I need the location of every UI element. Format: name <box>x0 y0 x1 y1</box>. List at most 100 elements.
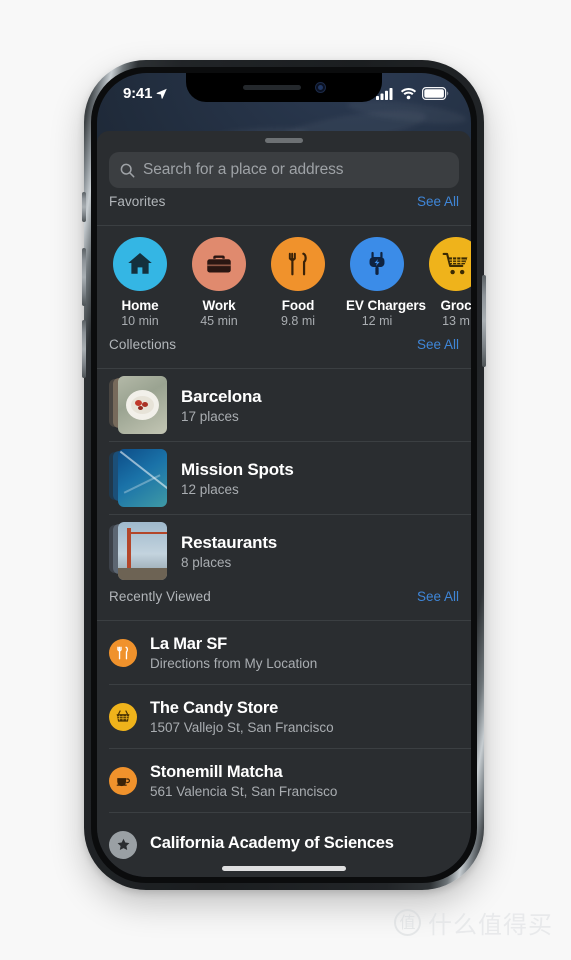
iphone-device-frame: 9:41 Search for a place or address Favor… <box>82 60 486 890</box>
favorite-item-food[interactable]: Food 9.8 mi <box>267 237 329 328</box>
collections-see-all-button[interactable]: See All <box>417 337 459 352</box>
recent-row-stonemill-matcha[interactable]: Stonemill Matcha 561 Valencia St, San Fr… <box>97 749 471 812</box>
basket-icon-circle <box>109 702 137 731</box>
favorites-section-header: Favorites See All <box>97 194 471 225</box>
coffee-cup-icon <box>116 777 130 786</box>
favorite-label: Groc <box>440 298 471 313</box>
search-placeholder-text: Search for a place or address <box>143 161 344 178</box>
star-icon-circle <box>109 830 137 859</box>
golden-gate-bridge-photo <box>118 522 167 580</box>
watermark-text: 什么值得买 <box>428 911 553 939</box>
collection-thumbnail-stack <box>109 376 167 434</box>
location-arrow-icon <box>156 88 168 99</box>
favorite-sublabel: 9.8 mi <box>280 314 316 328</box>
collection-row-barcelona[interactable]: Barcelona 17 places <box>97 369 471 441</box>
home-icon-circle <box>113 237 167 291</box>
favorites-see-all-button[interactable]: See All <box>417 194 459 209</box>
collections-section-header: Collections See All <box>97 337 471 368</box>
recent-row-la-mar-sf[interactable]: La Mar SF Directions from My Location <box>97 621 471 684</box>
search-input[interactable]: Search for a place or address <box>109 152 459 188</box>
ev-plug-icon <box>369 251 385 275</box>
phone-screen: 9:41 Search for a place or address Favor… <box>97 73 471 877</box>
device-notch <box>186 73 382 102</box>
fork-knife-icon-circle <box>109 638 137 667</box>
basket-icon <box>116 709 130 722</box>
favorite-label: Food <box>281 298 315 313</box>
favorites-title: Favorites <box>109 194 166 209</box>
collection-row-restaurants[interactable]: Restaurants 8 places <box>97 515 471 587</box>
shopping-cart-icon-circle <box>429 237 471 291</box>
recent-name: Stonemill Matcha <box>150 762 283 781</box>
wifi-icon <box>400 87 417 99</box>
side-power-button[interactable] <box>482 275 486 367</box>
watermark: 值 什么值得买 <box>394 905 553 940</box>
front-camera-icon <box>314 81 326 93</box>
volume-up-button[interactable] <box>82 248 86 306</box>
volume-down-button[interactable] <box>82 320 86 378</box>
shopping-cart-icon <box>442 252 468 275</box>
briefcase-icon <box>207 255 231 273</box>
home-indicator[interactable] <box>222 866 346 871</box>
status-bar-left: 9:41 <box>123 85 168 102</box>
page-root: 9:41 Search for a place or address Favor… <box>0 0 571 960</box>
recent-name: The Candy Store <box>150 698 279 717</box>
recent-subtitle: Directions from My Location <box>150 655 318 671</box>
collection-text: Mission Spots 12 places <box>181 460 294 497</box>
favorite-label: EV Chargers <box>346 298 426 313</box>
recent-name: La Mar SF <box>150 634 228 653</box>
collection-text: Restaurants 8 places <box>181 533 277 570</box>
collection-name: Restaurants <box>181 532 278 552</box>
collection-count: 8 places <box>181 554 232 570</box>
favorite-sublabel: 45 min <box>200 314 238 328</box>
favorite-sublabel: 12 mi <box>361 314 393 328</box>
recents-see-all-button[interactable]: See All <box>417 589 459 604</box>
collection-count: 12 places <box>181 481 239 497</box>
watermark-badge: 值 <box>394 909 421 936</box>
search-icon <box>120 163 135 177</box>
collections-title: Collections <box>109 337 177 352</box>
fork-knife-icon <box>288 252 307 276</box>
recent-subtitle: 1507 Vallejo St, San Francisco <box>150 719 334 735</box>
favorite-item-work[interactable]: Work 45 min <box>188 237 250 328</box>
sheet-grabber-handle[interactable] <box>265 138 303 143</box>
recent-text: La Mar SF Directions from My Location <box>150 635 317 671</box>
recents-title: Recently Viewed <box>109 589 211 604</box>
favorite-item-groceries[interactable]: Groc 13 m <box>425 237 471 328</box>
favorites-row[interactable]: Home 10 min Work 45 min Food 9.8 mi EV C… <box>97 226 471 337</box>
favorite-sublabel: 13 m <box>442 314 470 328</box>
mute-switch-button[interactable] <box>82 192 86 222</box>
earpiece-speaker <box>242 84 301 90</box>
favorite-sublabel: 10 min <box>121 314 159 328</box>
recent-text: Stonemill Matcha 561 Valencia St, San Fr… <box>150 763 337 799</box>
status-bar-right <box>376 86 449 100</box>
battery-icon <box>422 86 449 100</box>
favorite-item-home[interactable]: Home 10 min <box>109 237 171 328</box>
collection-name: Barcelona <box>181 386 262 406</box>
favorite-label: Home <box>121 298 159 313</box>
blue-abstract-photo <box>118 449 167 507</box>
home-icon <box>128 253 152 274</box>
status-time: 9:41 <box>123 84 153 102</box>
recent-name: California Academy of Sciences <box>150 834 394 852</box>
collection-thumbnail-stack <box>109 522 167 580</box>
fork-knife-icon-circle <box>271 237 325 291</box>
collection-thumbnail-stack <box>109 449 167 507</box>
recent-row-the-candy-store[interactable]: The Candy Store 1507 Vallejo St, San Fra… <box>97 685 471 748</box>
collection-count: 17 places <box>181 408 239 424</box>
recent-subtitle: 561 Valencia St, San Francisco <box>150 783 338 799</box>
favorite-item-ev-chargers[interactable]: EV Chargers 12 mi <box>346 237 426 328</box>
fork-knife-icon <box>117 646 128 659</box>
ev-plug-icon-circle <box>350 237 404 291</box>
star-icon <box>117 838 129 850</box>
favorite-label: Work <box>202 298 236 313</box>
collection-text: Barcelona 17 places <box>181 386 262 424</box>
search-sheet-panel: Search for a place or address Favorites … <box>97 131 471 877</box>
recent-text: The Candy Store 1507 Vallejo St, San Fra… <box>150 699 334 735</box>
collection-name: Mission Spots <box>181 459 294 479</box>
coffee-cup-icon-circle <box>109 766 137 795</box>
food-plate-photo <box>118 376 167 434</box>
recent-text: California Academy of Sciences <box>150 834 394 855</box>
collection-row-mission-spots[interactable]: Mission Spots 12 places <box>97 442 471 514</box>
briefcase-icon-circle <box>192 237 246 291</box>
recents-section-header: Recently Viewed See All <box>97 589 471 620</box>
